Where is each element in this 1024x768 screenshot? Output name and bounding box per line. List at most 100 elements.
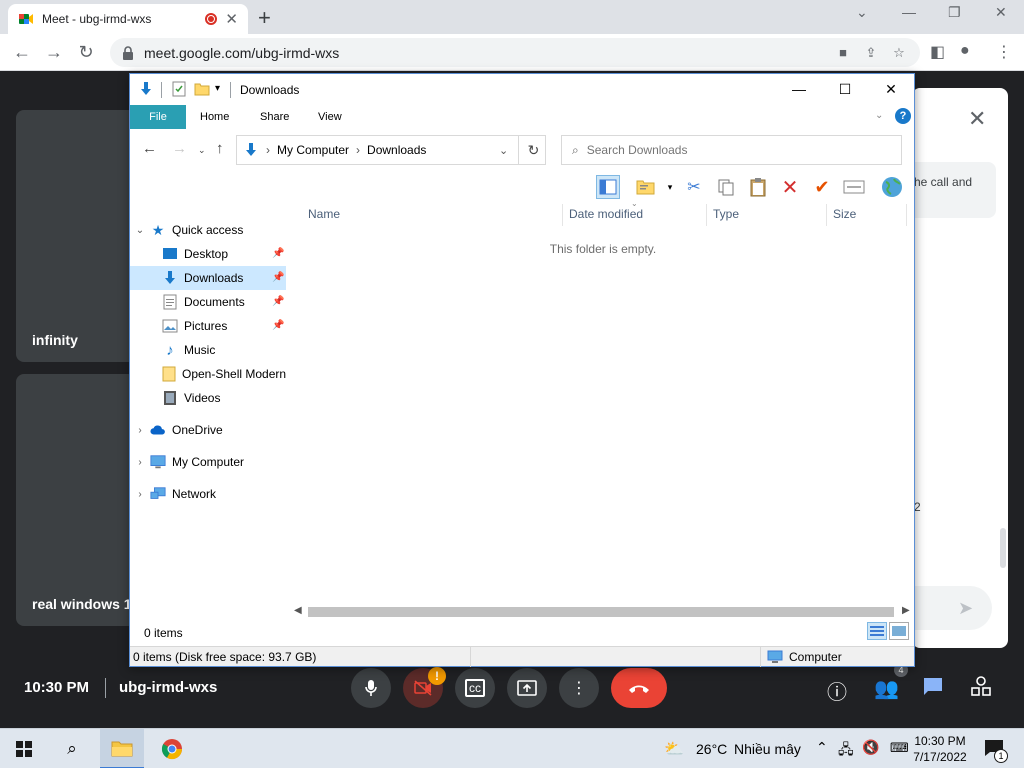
microphone-button[interactable]: [351, 668, 391, 708]
present-button[interactable]: [507, 668, 547, 708]
recent-locations-icon[interactable]: ⌄: [198, 145, 206, 156]
forward-arrow-icon[interactable]: →: [172, 140, 187, 157]
column-divider[interactable]: [706, 204, 707, 226]
help-icon[interactable]: ?: [895, 108, 911, 124]
pin-icon[interactable]: 📌: [272, 320, 284, 331]
share-icon[interactable]: ⇪: [862, 44, 880, 62]
column-name[interactable]: Name: [308, 207, 340, 221]
scroll-left-icon[interactable]: ◀: [294, 605, 302, 616]
tab-view[interactable]: View: [304, 105, 356, 129]
expand-ribbon-icon[interactable]: ⌄: [875, 110, 883, 121]
show-hidden-icons-icon[interactable]: ⌃: [816, 739, 828, 756]
camera-icon[interactable]: ■: [834, 44, 852, 62]
horizontal-scrollbar[interactable]: ◀ ▶: [292, 604, 914, 620]
start-button[interactable]: [4, 729, 44, 768]
close-browser-icon[interactable]: ✕: [995, 4, 1007, 21]
chat-icon[interactable]: [922, 676, 944, 702]
pin-icon[interactable]: 📌: [272, 248, 284, 259]
people-icon[interactable]: 👥: [874, 676, 899, 701]
tab-share[interactable]: Share: [246, 105, 303, 129]
up-arrow-icon[interactable]: ↑: [216, 140, 224, 157]
volume-muted-icon[interactable]: 🔇: [862, 739, 879, 756]
file-explorer-taskbar-button[interactable]: [100, 729, 144, 768]
tab-home[interactable]: Home: [186, 105, 243, 129]
keyboard-language-icon[interactable]: ⌨: [890, 740, 909, 756]
address-dropdown-icon[interactable]: ⌄: [499, 144, 508, 157]
column-divider[interactable]: [826, 204, 827, 226]
globe-icon[interactable]: [880, 175, 904, 199]
nav-open-shell-modern[interactable]: Open-Shell Modern: [130, 362, 286, 386]
side-panel-icon[interactable]: ◧: [930, 42, 945, 62]
scroll-right-icon[interactable]: ▶: [902, 605, 910, 616]
menu-kebab-icon[interactable]: ⋮: [996, 42, 1012, 62]
captions-button[interactable]: cc: [455, 668, 495, 708]
new-folder-icon[interactable]: [194, 81, 210, 100]
forward-button[interactable]: →: [42, 40, 66, 64]
tab-search-icon[interactable]: ⌄: [856, 4, 868, 21]
bookmark-star-icon[interactable]: ☆: [890, 44, 908, 62]
reload-button[interactable]: ↻: [74, 40, 98, 64]
address-bar[interactable]: meet.google.com/ubg-irmd-wxs ■ ⇪ ☆: [110, 38, 920, 67]
nav-my-computer[interactable]: › My Computer: [130, 450, 286, 474]
column-type[interactable]: Type: [713, 207, 739, 221]
nav-network[interactable]: › Network: [130, 482, 286, 506]
weather-icon[interactable]: ⛅: [664, 739, 684, 759]
expand-chevron-icon[interactable]: ›: [130, 457, 150, 468]
profile-avatar-icon[interactable]: ●: [960, 42, 970, 60]
nav-videos[interactable]: Videos: [130, 386, 286, 410]
tab-file[interactable]: File: [130, 105, 186, 129]
scrollbar-thumb[interactable]: [308, 607, 894, 617]
leave-call-button[interactable]: [611, 668, 667, 708]
nav-onedrive[interactable]: › OneDrive: [130, 418, 286, 442]
column-divider[interactable]: [562, 204, 563, 226]
participant-tile[interactable]: [16, 110, 136, 362]
details-view-icon[interactable]: [867, 622, 887, 640]
file-list[interactable]: Name ⌄ Date modified Type Size This fold…: [292, 199, 914, 604]
column-size[interactable]: Size: [833, 207, 856, 221]
folder-options-icon[interactable]: [634, 175, 658, 199]
close-button[interactable]: ✕: [868, 74, 914, 104]
browser-tab[interactable]: Meet - ubg-irmd-wxs ✕: [8, 4, 248, 34]
customize-quick-access-icon[interactable]: ▾: [215, 83, 220, 94]
search-taskbar-icon[interactable]: ⌕: [52, 729, 92, 768]
back-arrow-icon[interactable]: ←: [142, 140, 157, 157]
pin-icon[interactable]: 📌: [272, 296, 284, 307]
navigation-pane-icon[interactable]: [596, 175, 620, 199]
collapse-chevron-icon[interactable]: ⌄: [130, 225, 150, 236]
minimize-button[interactable]: —: [776, 74, 822, 104]
nav-music[interactable]: ♪ Music: [130, 338, 286, 362]
window-titlebar[interactable]: ▾ Downloads — ☐ ✕: [130, 74, 914, 104]
network-tray-icon[interactable]: 🖧: [838, 739, 854, 763]
refresh-button[interactable]: ↻: [518, 135, 548, 165]
column-date-modified[interactable]: Date modified: [569, 207, 643, 221]
close-panel-icon[interactable]: ✕: [968, 106, 986, 132]
copy-icon[interactable]: [714, 175, 738, 199]
chrome-taskbar-button[interactable]: [150, 729, 194, 768]
properties-checkbox-icon[interactable]: [172, 81, 186, 100]
nav-quick-access[interactable]: ⌄ ★ Quick access: [130, 218, 286, 242]
pin-icon[interactable]: 📌: [272, 272, 284, 283]
weather-description[interactable]: Nhiều mây: [734, 741, 801, 757]
more-options-button[interactable]: ⋮: [559, 668, 599, 708]
properties-check-icon[interactable]: ✔: [810, 175, 834, 199]
chat-scrollbar[interactable]: [1000, 528, 1006, 568]
minimize-browser-icon[interactable]: —: [902, 4, 916, 20]
nav-desktop[interactable]: Desktop 📌: [130, 242, 286, 266]
search-input[interactable]: [586, 143, 867, 157]
activities-icon[interactable]: [970, 676, 992, 702]
folder-options-dropdown-icon[interactable]: ▾: [658, 175, 682, 199]
meeting-info-icon[interactable]: ⓘ: [827, 676, 847, 705]
close-tab-icon[interactable]: ✕: [225, 10, 238, 28]
nav-downloads[interactable]: Downloads 📌: [130, 266, 286, 290]
send-icon[interactable]: ➤: [958, 598, 973, 619]
cut-icon[interactable]: ✂: [682, 175, 706, 199]
participant-tile[interactable]: [16, 374, 136, 626]
email-icon[interactable]: [842, 175, 866, 199]
chat-input[interactable]: [912, 586, 992, 630]
restore-browser-icon[interactable]: ❐: [948, 4, 961, 21]
maximize-button[interactable]: ☐: [822, 74, 868, 104]
paste-icon[interactable]: [746, 175, 770, 199]
expand-chevron-icon[interactable]: ›: [130, 425, 150, 436]
new-tab-button[interactable]: +: [258, 5, 271, 31]
nav-pictures[interactable]: Pictures 📌: [130, 314, 286, 338]
